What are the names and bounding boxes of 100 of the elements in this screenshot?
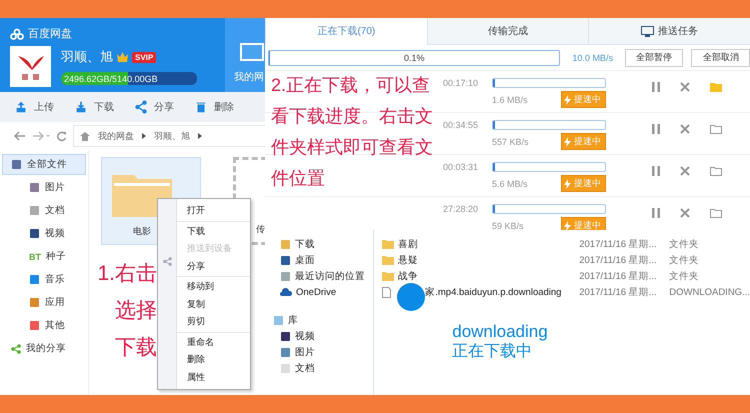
menu-item[interactable]: 重命名	[177, 334, 250, 351]
total-progress-bar: 0.1%	[268, 50, 560, 66]
sidebar-item[interactable]: 我的分享	[2, 338, 86, 359]
sidebar-item[interactable]: 文档	[2, 200, 86, 221]
crown-icon	[116, 51, 129, 63]
chevron-icon	[198, 133, 202, 139]
home-icon[interactable]	[80, 132, 90, 140]
file-type: 文件夹	[669, 270, 700, 282]
file-name[interactable]: 家.mp4.baiduyun.p.downloading	[382, 286, 580, 298]
file-date: 2017/11/16 星期...	[579, 270, 658, 282]
file-type: 文件夹	[669, 254, 700, 266]
menu-item[interactable]: 移动到	[177, 278, 250, 296]
nav-item[interactable]: 桌面	[265, 252, 374, 268]
file-date: 2017/11/16 星期...	[579, 238, 658, 250]
file-name[interactable]: 悬疑	[382, 254, 580, 266]
close-icon[interactable]	[680, 166, 690, 176]
nav-item[interactable]: 视频	[265, 328, 374, 344]
trash-icon	[194, 100, 208, 114]
upload-icon	[14, 100, 28, 114]
nav-item[interactable]: 最近访问的位置	[265, 268, 374, 284]
menu-item[interactable]: 属性	[177, 368, 250, 386]
toolbar-button[interactable]: 分享	[134, 100, 174, 114]
download-speed: 557 KB/s	[492, 136, 529, 146]
close-icon[interactable]	[680, 82, 690, 92]
breadcrumb-item[interactable]: 我的网盘	[98, 130, 134, 142]
toolbar-button[interactable]: 全部暂停	[624, 48, 684, 66]
toolbar-button[interactable]: 上传	[14, 100, 54, 114]
download-speed: 59 KB/s	[492, 220, 524, 230]
app-title: 百度网盘	[28, 26, 72, 41]
close-icon[interactable]	[680, 124, 690, 134]
sidebar-item[interactable]: 音乐	[2, 269, 86, 290]
close-icon[interactable]	[680, 208, 690, 218]
download-speed: 1.6 MB/s	[492, 94, 528, 104]
file-type: 文件夹	[669, 238, 700, 250]
folder-icon	[382, 255, 394, 265]
folder-icon	[382, 239, 394, 249]
download-speed: 5.6 MB/s	[492, 178, 528, 188]
toolbar-button[interactable]: 删除	[194, 100, 234, 114]
monitor-icon	[641, 26, 654, 36]
pause-icon[interactable]	[652, 82, 660, 92]
menu-item[interactable]: 删除	[177, 351, 250, 368]
annotation-text: 选择	[115, 298, 157, 324]
pause-icon[interactable]	[652, 166, 660, 176]
sidebar-item[interactable]: 全部文件	[2, 154, 86, 175]
sidebar-item[interactable]: BT 种子	[2, 246, 86, 267]
nav-item[interactable]: 下载	[265, 236, 374, 252]
nav-item[interactable]: 文档	[265, 360, 374, 376]
cloud-icon	[280, 288, 292, 296]
breadcrumb-item[interactable]: 羽顺、旭	[154, 130, 190, 142]
nav-item[interactable]: OneDrive	[265, 284, 374, 300]
storage-text: 2496.62GB/5140.00GB	[63, 74, 158, 84]
remaining-time: 00:03:31	[443, 162, 480, 172]
sidebar-item[interactable]: 应用	[2, 292, 86, 313]
menu-item[interactable]: 复制	[177, 296, 250, 313]
folder-icon[interactable]	[710, 208, 722, 218]
sidebar-item[interactable]: 视频	[2, 223, 86, 244]
annotation-text: 1.右击	[97, 261, 157, 287]
avatar	[10, 46, 51, 87]
remaining-time: 00:34:55	[443, 120, 480, 130]
folder-icon[interactable]	[710, 124, 722, 134]
file-date: 2017/11/16 星期...	[579, 254, 658, 266]
forward-icon[interactable]	[32, 131, 50, 141]
menu-item[interactable]: 剪切	[177, 313, 250, 330]
sidebar-item[interactable]: 其他	[2, 315, 86, 336]
tab[interactable]: 推送任务	[588, 18, 750, 45]
total-speed: 10.0 MB/s	[572, 52, 613, 62]
tab[interactable]: 传输完成	[426, 18, 588, 45]
folder-icon	[382, 271, 394, 281]
lightning-icon	[564, 178, 571, 188]
annotation-text: 下载	[115, 335, 157, 361]
file-name[interactable]: 喜剧	[382, 238, 580, 250]
annotation-text: 正在下载中	[452, 342, 534, 362]
annotation-text: 2.正在下载，可以查看下载进度。右击文件夹样式即可查看文件位置	[271, 74, 434, 190]
pause-icon[interactable]	[652, 208, 660, 218]
refresh-icon[interactable]	[56, 130, 67, 142]
share-icon	[162, 257, 172, 266]
user-name: 羽顺、旭	[61, 48, 113, 66]
file-date: 2017/11/16 星期...	[579, 286, 658, 298]
chevron-icon	[142, 133, 146, 139]
file-type: DOWNLOADING...	[669, 286, 750, 298]
sidebar-item[interactable]: 图片	[2, 177, 86, 198]
annotation-text: downloading	[452, 322, 549, 342]
file-icon	[382, 286, 392, 298]
toolbar-button[interactable]: 全部取消	[691, 48, 750, 66]
folder-icon[interactable]	[710, 166, 722, 176]
download-icon	[74, 100, 88, 114]
bt-icon: BT	[29, 252, 41, 262]
share-icon	[134, 100, 148, 114]
cloud-logo-icon	[10, 28, 24, 40]
remaining-time: 00:17:10	[443, 78, 480, 88]
nav-item[interactable]: 库	[265, 312, 374, 328]
share-icon	[11, 344, 21, 354]
file-name[interactable]: 战争	[382, 270, 580, 282]
nav-item[interactable]: 图片	[265, 344, 374, 360]
pause-icon[interactable]	[652, 124, 660, 134]
folder-icon[interactable]	[710, 82, 722, 92]
cursor-dot	[397, 283, 426, 311]
back-icon[interactable]	[14, 131, 26, 141]
toolbar-button[interactable]: 下载	[74, 100, 114, 114]
menu-item[interactable]: 分享	[177, 258, 250, 275]
